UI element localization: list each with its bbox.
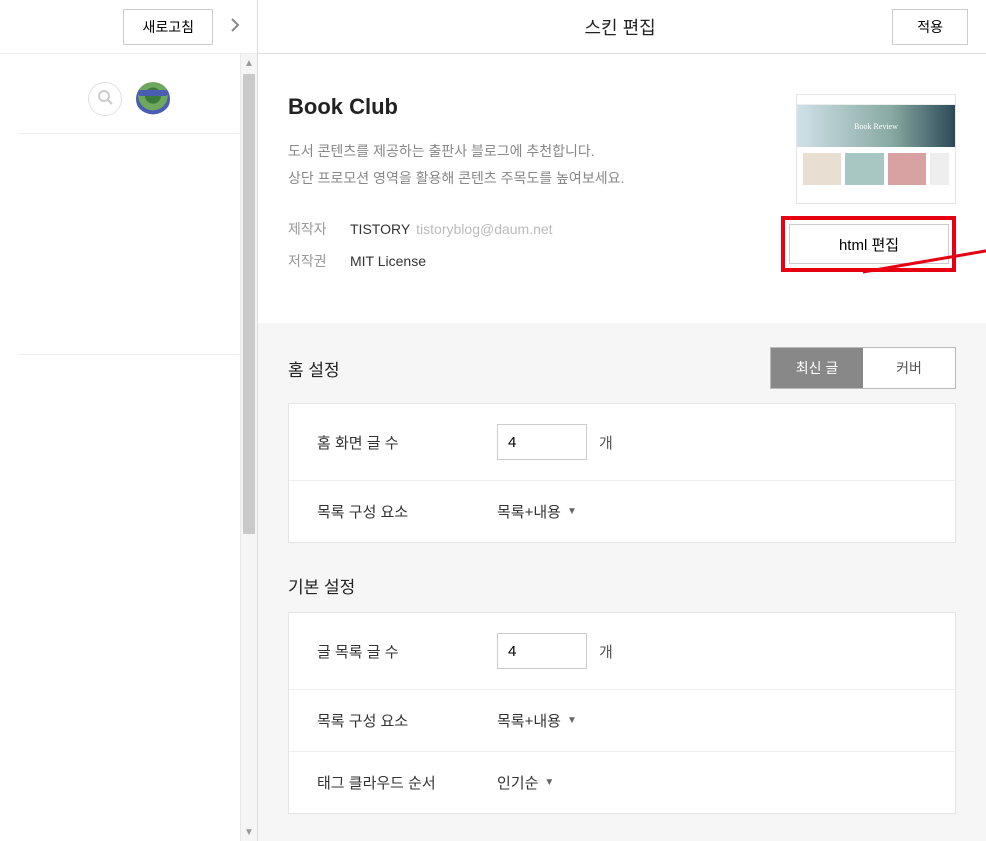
scrollbar-thumb[interactable] — [243, 74, 255, 534]
home-tab-group: 최신 글 커버 — [770, 347, 956, 389]
html-edit-button[interactable]: html 편집 — [789, 224, 949, 264]
left-separator — [18, 354, 239, 355]
apply-button[interactable]: 적용 — [892, 9, 968, 45]
skin-license-label: 저작권 — [288, 251, 350, 271]
left-toolbar — [18, 54, 239, 134]
page-title: 스킨 편집 — [348, 14, 892, 40]
caret-down-icon: ▼ — [567, 506, 577, 517]
basic-list-row: 목록 구성 요소 목록+내용 ▼ — [289, 690, 955, 752]
main-pane: 스킨 편집 적용 Book Club 도서 콘텐츠를 제공하는 출판사 블로그에… — [258, 0, 986, 841]
scroll-down-icon[interactable]: ▼ — [241, 823, 257, 841]
basic-tag-label: 태그 클라우드 순서 — [317, 772, 497, 793]
chevron-right-icon — [230, 18, 240, 35]
skin-preview: Book Review html 편집 — [781, 94, 956, 283]
home-count-label: 홈 화면 글 수 — [317, 432, 497, 453]
thumb-hero-text: Book Review — [797, 105, 955, 147]
settings-area: 홈 설정 최신 글 커버 홈 화면 글 수 개 목록 구성 요소 목록+내용 ▼ — [258, 323, 986, 841]
search-button[interactable] — [88, 82, 122, 116]
home-count-unit: 개 — [599, 432, 613, 453]
skin-author-label: 제작자 — [288, 219, 350, 239]
home-count-row: 홈 화면 글 수 개 — [289, 404, 955, 481]
basic-list-dropdown[interactable]: 목록+내용 ▼ — [497, 710, 577, 731]
tab-cover[interactable]: 커버 — [863, 348, 955, 388]
html-edit-highlight: html 편집 — [781, 216, 956, 272]
basic-count-label: 글 목록 글 수 — [317, 641, 497, 662]
home-list-dropdown[interactable]: 목록+내용 ▼ — [497, 501, 577, 522]
home-list-value: 목록+내용 — [497, 501, 561, 522]
home-settings-title: 홈 설정 — [288, 356, 340, 381]
skin-license-row: 저작권 MIT License — [288, 251, 761, 271]
home-settings-card: 홈 화면 글 수 개 목록 구성 요소 목록+내용 ▼ — [288, 403, 956, 543]
basic-settings-title: 기본 설정 — [288, 573, 355, 598]
home-count-input[interactable] — [497, 424, 587, 460]
skin-author-name: TISTORY — [350, 221, 410, 237]
basic-count-unit: 개 — [599, 641, 613, 662]
left-sidebar: 새로고침 ▲ ▼ — [0, 0, 258, 841]
scroll-up-icon[interactable]: ▲ — [241, 54, 257, 72]
basic-list-value: 목록+내용 — [497, 710, 561, 731]
search-icon — [97, 89, 113, 108]
basic-tag-value: 인기순 — [497, 772, 538, 793]
skin-license-value: MIT License — [350, 253, 426, 269]
avatar[interactable] — [136, 82, 170, 116]
home-list-label: 목록 구성 요소 — [317, 501, 497, 522]
basic-tag-dropdown[interactable]: 인기순 ▼ — [497, 772, 554, 793]
skin-info-section: Book Club 도서 콘텐츠를 제공하는 출판사 블로그에 추천합니다. 상… — [258, 54, 986, 323]
skin-thumbnail[interactable]: Book Review — [796, 94, 956, 204]
skin-author-email: tistoryblog@daum.net — [416, 221, 552, 237]
skin-desc-line: 도서 콘텐츠를 제공하는 출판사 블로그에 추천합니다. — [288, 138, 761, 165]
skin-desc-line: 상단 프로모션 영역을 활용해 콘텐츠 주목도를 높여보세요. — [288, 165, 761, 192]
refresh-button[interactable]: 새로고침 — [123, 9, 213, 45]
basic-list-label: 목록 구성 요소 — [317, 710, 497, 731]
skin-name: Book Club — [288, 94, 761, 120]
basic-count-input[interactable] — [497, 633, 587, 669]
scrollbar[interactable]: ▲ ▼ — [240, 54, 257, 841]
tab-recent[interactable]: 최신 글 — [771, 348, 863, 388]
main-header: 스킨 편집 적용 — [258, 0, 986, 54]
basic-tag-row: 태그 클라우드 순서 인기순 ▼ — [289, 752, 955, 813]
skin-author-row: 제작자 TISTORY tistoryblog@daum.net — [288, 219, 761, 239]
basic-settings-card: 글 목록 글 수 개 목록 구성 요소 목록+내용 ▼ 태그 클라우드 순서 인… — [288, 612, 956, 814]
caret-down-icon: ▼ — [544, 777, 554, 788]
basic-count-row: 글 목록 글 수 개 — [289, 613, 955, 690]
caret-down-icon: ▼ — [567, 715, 577, 726]
left-header: 새로고침 — [0, 0, 257, 54]
collapse-sidebar-button[interactable] — [221, 13, 249, 41]
home-list-row: 목록 구성 요소 목록+내용 ▼ — [289, 481, 955, 542]
